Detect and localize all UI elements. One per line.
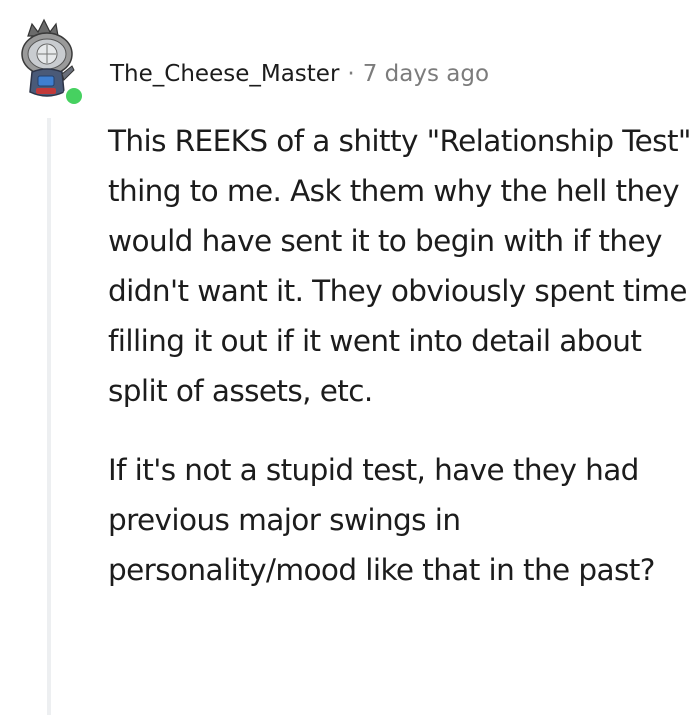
comment-paragraph: If it's not a stupid test, have they had… [108,453,655,587]
online-indicator [66,88,82,104]
comment: The_Cheese_Master · 7 days ago This REEK… [0,0,700,715]
comment-body: This REEKS of a shitty "Relationship Tes… [108,116,692,624]
comment-header: The_Cheese_Master · 7 days ago [110,56,489,92]
thread-collapse-line[interactable] [47,118,51,715]
username-link[interactable]: The_Cheese_Master [110,61,339,87]
user-avatar[interactable] [14,18,88,110]
comment-paragraph: This REEKS of a shitty "Relationship Tes… [108,124,691,408]
comment-timestamp[interactable]: 7 days ago [363,61,489,87]
separator-dot: · [347,61,355,87]
snoo-avatar-icon [21,18,85,107]
